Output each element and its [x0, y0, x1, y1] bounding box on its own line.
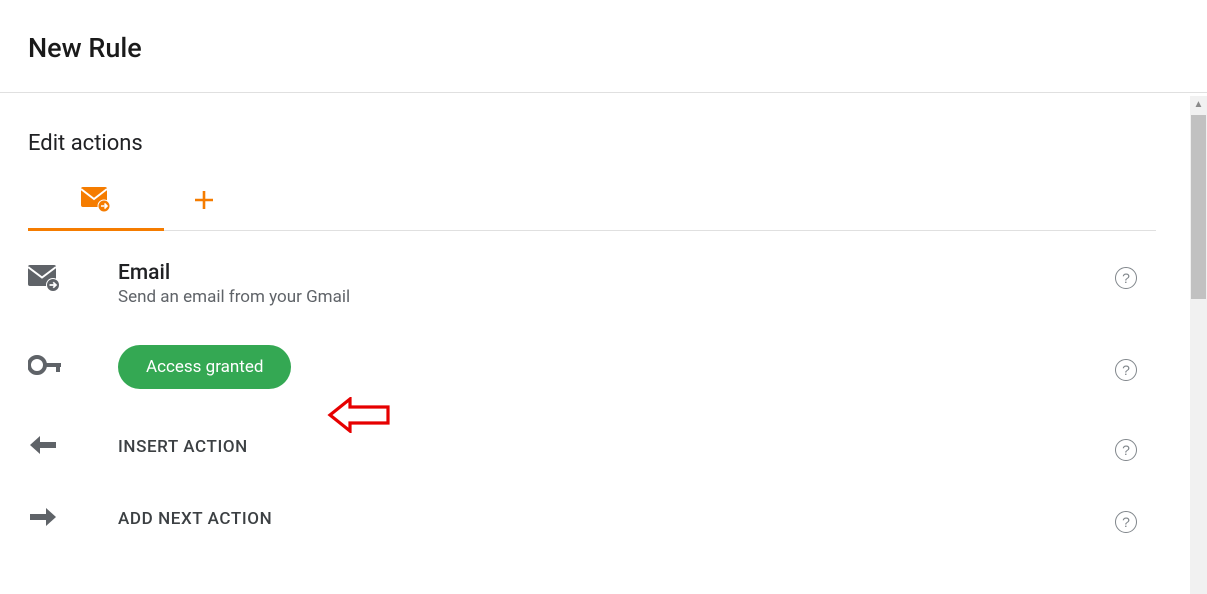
scrollbar-thumb[interactable]	[1191, 115, 1206, 299]
email-action-body: Email Send an email from your Gmail	[118, 261, 1096, 307]
plus-icon	[193, 189, 215, 215]
add-next-action-icon-col	[28, 507, 118, 531]
help-icon[interactable]: ?	[1115, 511, 1137, 533]
add-next-action-body: ADD NEXT ACTION	[118, 509, 1096, 529]
insert-action-row[interactable]: INSERT ACTION ?	[28, 389, 1156, 461]
email-action-subtitle: Send an email from your Gmail	[118, 287, 1096, 307]
access-help-col: ?	[1096, 353, 1156, 381]
content-area: Edit actions	[0, 93, 1183, 533]
help-icon[interactable]: ?	[1115, 359, 1137, 381]
access-row: Access granted ?	[28, 307, 1156, 389]
help-icon[interactable]: ?	[1115, 439, 1137, 461]
page-title: New Rule	[0, 0, 1207, 92]
email-action-row: Email Send an email from your Gmail ?	[28, 231, 1156, 307]
access-icon-col	[28, 355, 118, 379]
insert-action-help-col: ?	[1096, 433, 1156, 461]
email-send-icon	[81, 187, 111, 217]
key-icon	[28, 355, 64, 379]
add-next-action-label: ADD NEXT ACTION	[118, 509, 272, 529]
access-body: Access granted	[118, 345, 1096, 389]
arrow-right-icon	[28, 507, 58, 531]
access-granted-badge[interactable]: Access granted	[118, 345, 291, 389]
email-action-icon-col	[28, 261, 118, 297]
email-action-title: Email	[118, 261, 1096, 287]
tabs-row	[28, 174, 1156, 231]
insert-action-label: INSERT ACTION	[118, 437, 248, 457]
insert-action-body: INSERT ACTION	[118, 437, 1096, 457]
section-title: Edit actions	[28, 93, 1183, 174]
help-icon[interactable]: ?	[1115, 267, 1137, 289]
scrollbar-arrow-up-icon[interactable]: ▲	[1190, 96, 1207, 113]
tab-add[interactable]	[164, 174, 244, 230]
email-send-gray-icon	[28, 265, 60, 297]
tab-email-action[interactable]	[28, 174, 164, 230]
add-next-action-help-col: ?	[1096, 505, 1156, 533]
insert-action-icon-col	[28, 435, 118, 459]
email-action-help-col: ?	[1096, 261, 1156, 289]
arrow-left-icon	[28, 435, 58, 459]
add-next-action-row[interactable]: ADD NEXT ACTION ?	[28, 461, 1156, 533]
